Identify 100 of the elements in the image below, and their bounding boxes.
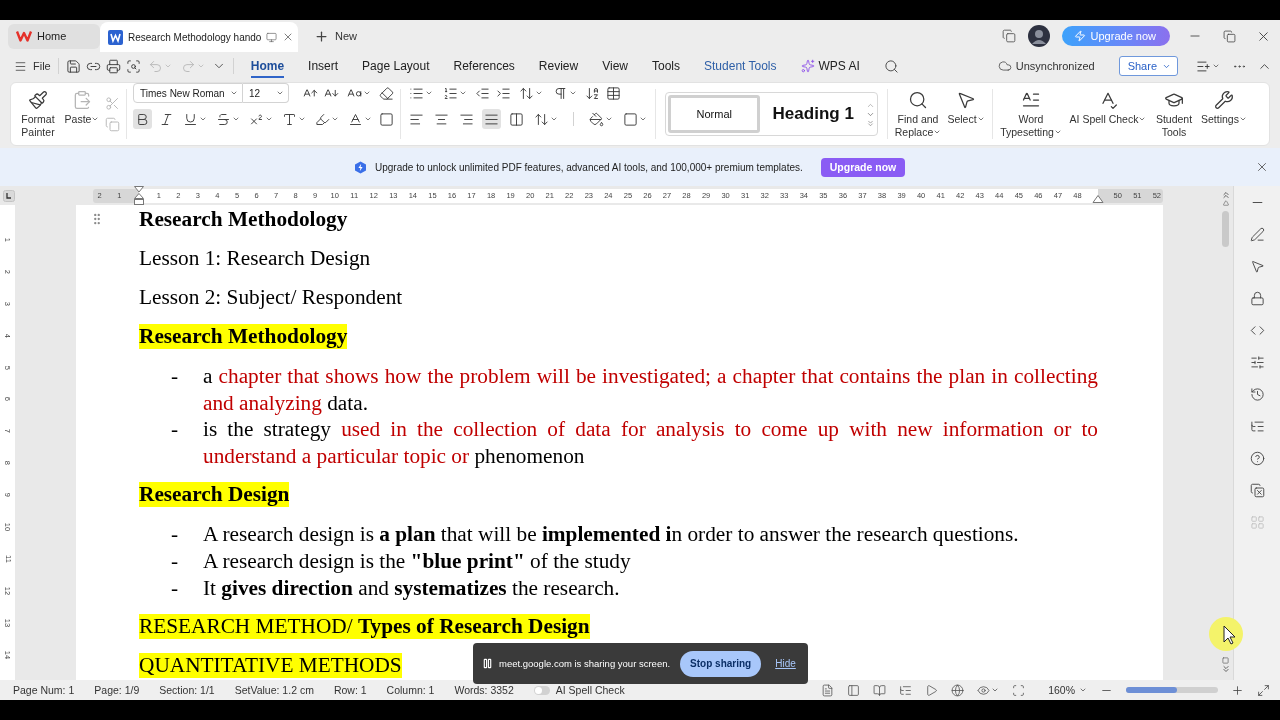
ribbon-button[interactable]: Settings — [1199, 86, 1249, 142]
restore-icon[interactable] — [1222, 29, 1236, 43]
caret-icon[interactable] — [232, 115, 240, 123]
increase-indent-icon[interactable] — [496, 85, 511, 101]
code-icon[interactable] — [1249, 323, 1265, 338]
menu-tab[interactable]: View — [602, 54, 628, 78]
document-tab[interactable]: Research Methodology hando — [100, 22, 298, 52]
style-item[interactable]: Heading 1 — [768, 95, 858, 133]
share-button[interactable]: Share — [1118, 56, 1178, 76]
menu-tab[interactable]: WPS AI — [800, 54, 860, 78]
caret-icon[interactable] — [1079, 686, 1087, 694]
ribbon-button[interactable]: Student Tools — [1153, 86, 1195, 142]
eye-view-button[interactable] — [977, 683, 1000, 697]
caret-icon[interactable] — [1238, 115, 1247, 123]
menu-tab[interactable]: Page Layout — [362, 54, 430, 78]
square-icon[interactable] — [379, 111, 394, 127]
copy-close-icon[interactable] — [1249, 483, 1265, 498]
caret-icon[interactable] — [230, 89, 238, 97]
caret-icon[interactable] — [265, 115, 273, 123]
pen-icon[interactable] — [1249, 227, 1265, 242]
cloud-icon[interactable] — [997, 59, 1012, 73]
zoom-slider[interactable] — [1126, 687, 1218, 693]
panel-icon[interactable] — [847, 683, 861, 697]
caret-icon[interactable] — [976, 115, 985, 123]
eye-icon[interactable] — [977, 683, 991, 697]
window-icon[interactable] — [1001, 29, 1016, 43]
caret-icon[interactable] — [535, 89, 543, 97]
hide-link[interactable]: Hide — [775, 658, 796, 669]
page-up-icon[interactable] — [1220, 190, 1231, 200]
underline-icon[interactable] — [183, 111, 198, 127]
right-indent-marker-icon[interactable] — [1092, 194, 1104, 203]
caret-icon[interactable] — [605, 115, 613, 123]
ribbon-button[interactable]: Find and Replace — [894, 86, 942, 142]
bullet-list-icon[interactable] — [409, 85, 424, 101]
spell-check-toggle[interactable] — [533, 685, 550, 695]
avatar-icon[interactable] — [1027, 25, 1050, 47]
tab-selector-icon[interactable] — [3, 189, 15, 202]
scroll-up-icon[interactable] — [1222, 200, 1229, 206]
new-tab-button[interactable]: New — [314, 28, 357, 44]
indent-marker-icon[interactable] — [133, 185, 145, 206]
format-painter-button[interactable]: Format Painter — [17, 86, 59, 142]
caret-icon[interactable] — [459, 89, 467, 97]
caret-icon[interactable] — [1212, 62, 1220, 70]
scan-frame-icon[interactable] — [1012, 683, 1026, 697]
style-item[interactable]: Normal — [668, 95, 761, 133]
save-icon[interactable] — [65, 58, 81, 74]
caret-icon[interactable] — [991, 686, 1000, 694]
up-down-arrows-icon[interactable] — [534, 111, 549, 127]
pointer-icon[interactable] — [956, 90, 976, 110]
caret-icon[interactable] — [550, 115, 558, 123]
pilcrow-icon[interactable] — [553, 85, 568, 101]
stop-sharing-button[interactable]: Stop sharing — [680, 650, 762, 677]
numbered-list-icon[interactable] — [443, 85, 458, 101]
document-icon[interactable] — [821, 683, 835, 697]
search-icon[interactable] — [908, 90, 928, 110]
paint-bucket-icon[interactable] — [589, 111, 604, 127]
superscript-icon[interactable] — [249, 111, 264, 127]
pointer-icon[interactable] — [1249, 259, 1265, 274]
outline-icon[interactable] — [899, 683, 913, 697]
decrease-indent-icon[interactable] — [475, 85, 490, 101]
lightning-icon[interactable] — [1073, 30, 1086, 42]
caret-icon[interactable] — [331, 115, 339, 123]
menu-tab[interactable]: Insert — [308, 54, 339, 78]
sort-icon[interactable] — [585, 85, 600, 101]
book-icon[interactable] — [873, 683, 887, 697]
scan-search-icon[interactable] — [125, 58, 141, 74]
sliders-icon[interactable] — [1249, 355, 1265, 370]
sync-status[interactable]: Unsynchronized — [997, 59, 1095, 73]
font-color-icon[interactable] — [348, 111, 363, 127]
search-icon[interactable] — [883, 58, 899, 74]
zoom-level-button[interactable]: 160% — [1048, 684, 1087, 696]
menu-tab[interactable]: Review — [538, 54, 579, 78]
globe-icon[interactable] — [951, 683, 965, 697]
caret-icon[interactable] — [276, 89, 284, 97]
help-icon[interactable] — [1249, 451, 1265, 466]
caret-icon[interactable] — [933, 128, 942, 136]
caret-icon[interactable] — [425, 89, 433, 97]
monitor-icon[interactable] — [266, 31, 278, 43]
square-icon[interactable] — [623, 111, 638, 127]
caret-icon[interactable] — [639, 115, 647, 123]
table-icon[interactable] — [606, 85, 621, 101]
ribbon-button[interactable]: Select — [946, 86, 986, 142]
caret-icon[interactable] — [363, 89, 371, 97]
zoom-in-icon[interactable] — [1231, 683, 1244, 697]
font-name-select[interactable]: Times New Roman — [133, 83, 243, 103]
menu-icon[interactable] — [14, 59, 27, 73]
file-menu-button[interactable]: File — [14, 59, 51, 73]
fullscreen-icon[interactable] — [1257, 683, 1270, 697]
list-plus-icon[interactable] — [1196, 58, 1211, 74]
ribbon-button[interactable]: AI Spell Check — [1067, 86, 1149, 142]
lock-icon[interactable] — [1249, 291, 1265, 306]
history-icon[interactable] — [1249, 387, 1265, 402]
upgrade-button[interactable]: Upgrade now — [820, 157, 906, 177]
caret-icon[interactable] — [298, 115, 306, 123]
menu-tab[interactable]: Home — [250, 54, 285, 78]
printer-icon[interactable] — [105, 58, 121, 74]
letter-t-icon[interactable] — [282, 111, 297, 127]
sparkle-icon[interactable] — [800, 59, 815, 73]
menu-tab[interactable]: Tools — [652, 54, 681, 78]
caret-icon[interactable] — [1138, 115, 1147, 123]
